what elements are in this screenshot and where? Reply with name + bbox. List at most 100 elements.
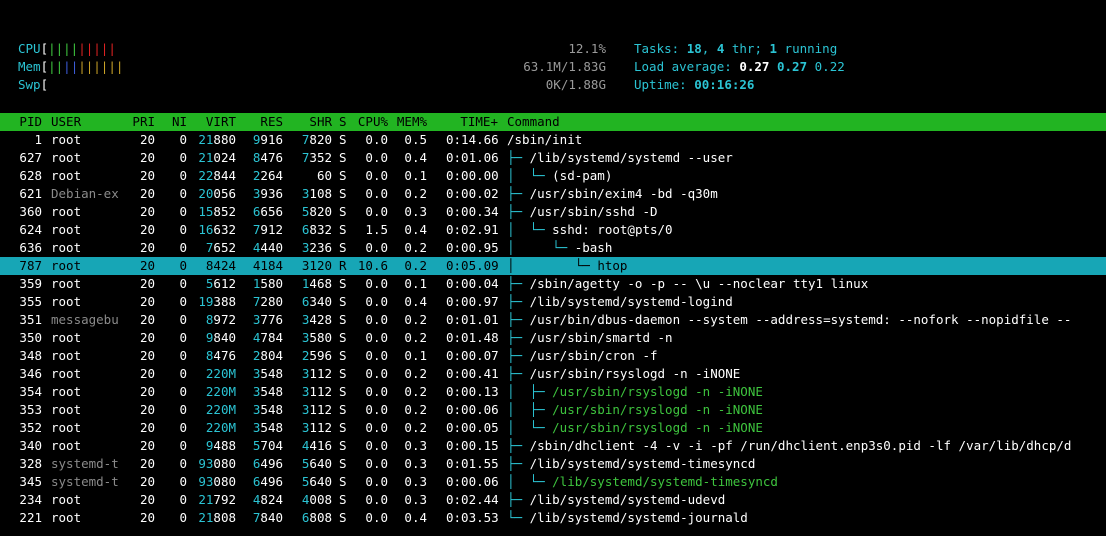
cell-time: 0:00.00 bbox=[446, 168, 499, 183]
column-header-user[interactable]: USER bbox=[51, 113, 81, 131]
cell-cpu: 0.0 bbox=[365, 330, 388, 345]
cell-state: S bbox=[339, 438, 347, 453]
table-row[interactable]: 350 root 20 0 9840 4784 3580 S 0.0 0.2 0:01.48 ├─ /… bbox=[0, 329, 1106, 347]
table-row[interactable]: 624 root 20 0 16632 7912 6832 S 1.5 0.4 0:02.91 │ └… bbox=[0, 221, 1106, 239]
cell-user: systemd-t bbox=[51, 474, 119, 489]
cell-pri: 20 bbox=[139, 456, 155, 471]
cell-state: S bbox=[339, 456, 347, 471]
cell-command: ├─ /lib/systemd/systemd --user bbox=[507, 149, 733, 167]
cell-user: root bbox=[51, 420, 82, 435]
cell-cpu: 0.0 bbox=[365, 150, 388, 165]
cell-state: S bbox=[339, 276, 347, 291]
table-row[interactable]: 360 root 20 0 15852 6656 5820 S 0.0 0.3 0:00.34 ├─ … bbox=[0, 203, 1106, 221]
cell-ni: 0 bbox=[179, 348, 187, 363]
column-header-time[interactable]: TIME+ bbox=[446, 113, 498, 131]
table-row[interactable]: 621 Debian-ex 20 0 20056 3936 3108 S 0.0 0.2 0:00.… bbox=[0, 185, 1106, 203]
cell-time: 0:05.09 bbox=[446, 258, 499, 273]
table-row[interactable]: 628 root 20 0 22844 2264 60 S 0.0 0.1 0:00.00 │ └─ … bbox=[0, 167, 1106, 185]
table-row[interactable]: 1 root 20 0 21880 9916 7820 S 0.0 0.5 0:14.66/sbin… bbox=[0, 131, 1106, 149]
cell-res: 5704 bbox=[252, 438, 283, 453]
column-header-virt[interactable]: VIRT bbox=[196, 113, 236, 131]
cell-time: 0:03.53 bbox=[446, 510, 499, 525]
cell-virt: 8476 bbox=[205, 348, 236, 363]
cell-cpu: 0.0 bbox=[365, 276, 388, 291]
command-text: /usr/sbin/smartd -n bbox=[529, 330, 673, 345]
cell-time: 0:00.02 bbox=[446, 186, 499, 201]
table-row[interactable]: 636 root 20 0 7652 4440 3236 S 0.0 0.2 0:00.95 │ └─… bbox=[0, 239, 1106, 257]
column-header-res[interactable]: RES bbox=[248, 113, 283, 131]
table-row[interactable]: 340 root 20 0 9488 5704 4416 S 0.0 0.3 0:00.15 ├─ /… bbox=[0, 437, 1106, 455]
cell-state: S bbox=[339, 168, 347, 183]
command-text: /lib/systemd/systemd-timesyncd bbox=[552, 474, 778, 489]
table-row[interactable]: 354 root 20 0 220M 3548 3112 S 0.0 0.2 0:00.13 │ ├─… bbox=[0, 383, 1106, 401]
cell-res: 3548 bbox=[252, 366, 283, 381]
cell-ni: 0 bbox=[179, 474, 187, 489]
load-5min: 0.27 bbox=[777, 59, 808, 74]
table-row[interactable]: 627 root 20 0 21024 8476 7352 S 0.0 0.4 0:01.06 ├─ … bbox=[0, 149, 1106, 167]
cell-command: │ ├─ /usr/sbin/rsyslogd -n -iNONE bbox=[507, 383, 763, 401]
cell-virt: 19388 bbox=[198, 294, 236, 309]
table-row[interactable]: 348 root 20 0 8476 2804 2596 S 0.0 0.1 0:00.07 ├─ /… bbox=[0, 347, 1106, 365]
cell-cpu: 0.0 bbox=[365, 366, 388, 381]
cell-shr: 3236 bbox=[301, 240, 332, 255]
cell-mem: 0.4 bbox=[404, 150, 427, 165]
cell-command: ├─ /sbin/agetty -o -p -- \u --noclear tt… bbox=[507, 275, 868, 293]
column-header-cpu[interactable]: CPU% bbox=[352, 113, 388, 131]
cell-ni: 0 bbox=[179, 456, 187, 471]
cell-mem: 0.2 bbox=[404, 330, 427, 345]
table-row[interactable]: 328 systemd-t 20 0 93080 6496 5640 S 0.0 0.3 0:01.… bbox=[0, 455, 1106, 473]
cell-shr: 3112 bbox=[301, 384, 332, 399]
cell-time: 0:00.05 bbox=[446, 420, 499, 435]
column-header-shr[interactable]: SHR bbox=[296, 113, 332, 131]
cell-shr: 6808 bbox=[301, 510, 332, 525]
column-header-ni[interactable]: NI bbox=[168, 113, 187, 131]
cell-shr: 3112 bbox=[301, 402, 332, 417]
table-row[interactable]: 346 root 20 0 220M 3548 3112 S 0.0 0.2 0:00.41 ├─ /… bbox=[0, 365, 1106, 383]
table-row[interactable]: 355 root 20 0 19388 7280 6340 S 0.0 0.4 0:00.97 ├─ … bbox=[0, 293, 1106, 311]
cell-time: 0:00.41 bbox=[446, 366, 499, 381]
cell-pid: 360 bbox=[19, 204, 42, 219]
running-count: 1 bbox=[769, 41, 778, 56]
table-row[interactable]: 351 messagebu 20 0 8972 3776 3428 S 0.0 0.2 0:01.0… bbox=[0, 311, 1106, 329]
column-header-pri[interactable]: PRI bbox=[128, 113, 155, 131]
tree-branch: ├─ bbox=[507, 348, 530, 363]
cell-user: root bbox=[51, 330, 82, 345]
cell-cpu: 0.0 bbox=[365, 204, 388, 219]
cell-user: root bbox=[51, 492, 82, 507]
tree-branch: │ └─ bbox=[507, 240, 575, 255]
table-row[interactable]: 352 root 20 0 220M 3548 3112 S 0.0 0.2 0:00.05 │ └─… bbox=[0, 419, 1106, 437]
table-row[interactable]: 359 root 20 0 5612 1580 1468 S 0.0 0.1 0:00.04 ├─ /… bbox=[0, 275, 1106, 293]
command-text: /lib/systemd/systemd-udevd bbox=[529, 492, 726, 507]
cell-time: 0:00.13 bbox=[446, 384, 499, 399]
tree-branch: │ └─ bbox=[507, 222, 553, 237]
cell-res: 2264 bbox=[252, 168, 283, 183]
column-header-mem[interactable]: MEM% bbox=[393, 113, 427, 131]
column-header-command[interactable]: Command bbox=[507, 113, 560, 131]
cell-user: root bbox=[51, 222, 82, 237]
cell-pid: 350 bbox=[19, 330, 42, 345]
table-row[interactable]: 234 root 20 0 21792 4824 4008 S 0.0 0.3 0:02.44 ├─ … bbox=[0, 491, 1106, 509]
cell-mem: 0.2 bbox=[404, 366, 427, 381]
cell-res: 3548 bbox=[252, 384, 283, 399]
cell-pid: 345 bbox=[19, 474, 42, 489]
cell-cpu: 0.0 bbox=[365, 510, 388, 525]
command-text: /usr/sbin/rsyslogd -n -iNONE bbox=[552, 384, 763, 399]
cell-time: 0:02.44 bbox=[446, 492, 499, 507]
cell-res: 7840 bbox=[252, 510, 283, 525]
command-text: /usr/sbin/sshd -D bbox=[529, 204, 658, 219]
table-row[interactable]: 221 root 20 0 21808 7840 6808 S 0.0 0.4 0:03.53 └─ … bbox=[0, 509, 1106, 527]
uptime: Uptime: 00:16:26 bbox=[634, 77, 755, 92]
cell-cpu: 0.0 bbox=[365, 456, 388, 471]
table-row[interactable]: 353 root 20 0 220M 3548 3112 S 0.0 0.2 0:00.06 │ ├─… bbox=[0, 401, 1106, 419]
cell-shr: 3112 bbox=[301, 420, 332, 435]
command-text: /usr/sbin/rsyslogd -n -iNONE bbox=[552, 420, 763, 435]
mem-meter-bar: |||||||||| bbox=[48, 59, 124, 74]
cell-user: root bbox=[51, 510, 82, 525]
column-header-state[interactable]: S bbox=[339, 113, 347, 131]
cell-mem: 0.3 bbox=[404, 438, 427, 453]
table-row-selected[interactable]: 787 root 20 0 8424 4184 3120 R 10.6 0.2 0:05.09 │ └… bbox=[0, 257, 1106, 275]
command-text: /usr/sbin/cron -f bbox=[529, 348, 658, 363]
cell-ni: 0 bbox=[179, 294, 187, 309]
table-row[interactable]: 345 systemd-t 20 0 93080 6496 5640 S 0.0 0.3 0:00.… bbox=[0, 473, 1106, 491]
column-header-pid[interactable]: PID bbox=[18, 113, 42, 131]
